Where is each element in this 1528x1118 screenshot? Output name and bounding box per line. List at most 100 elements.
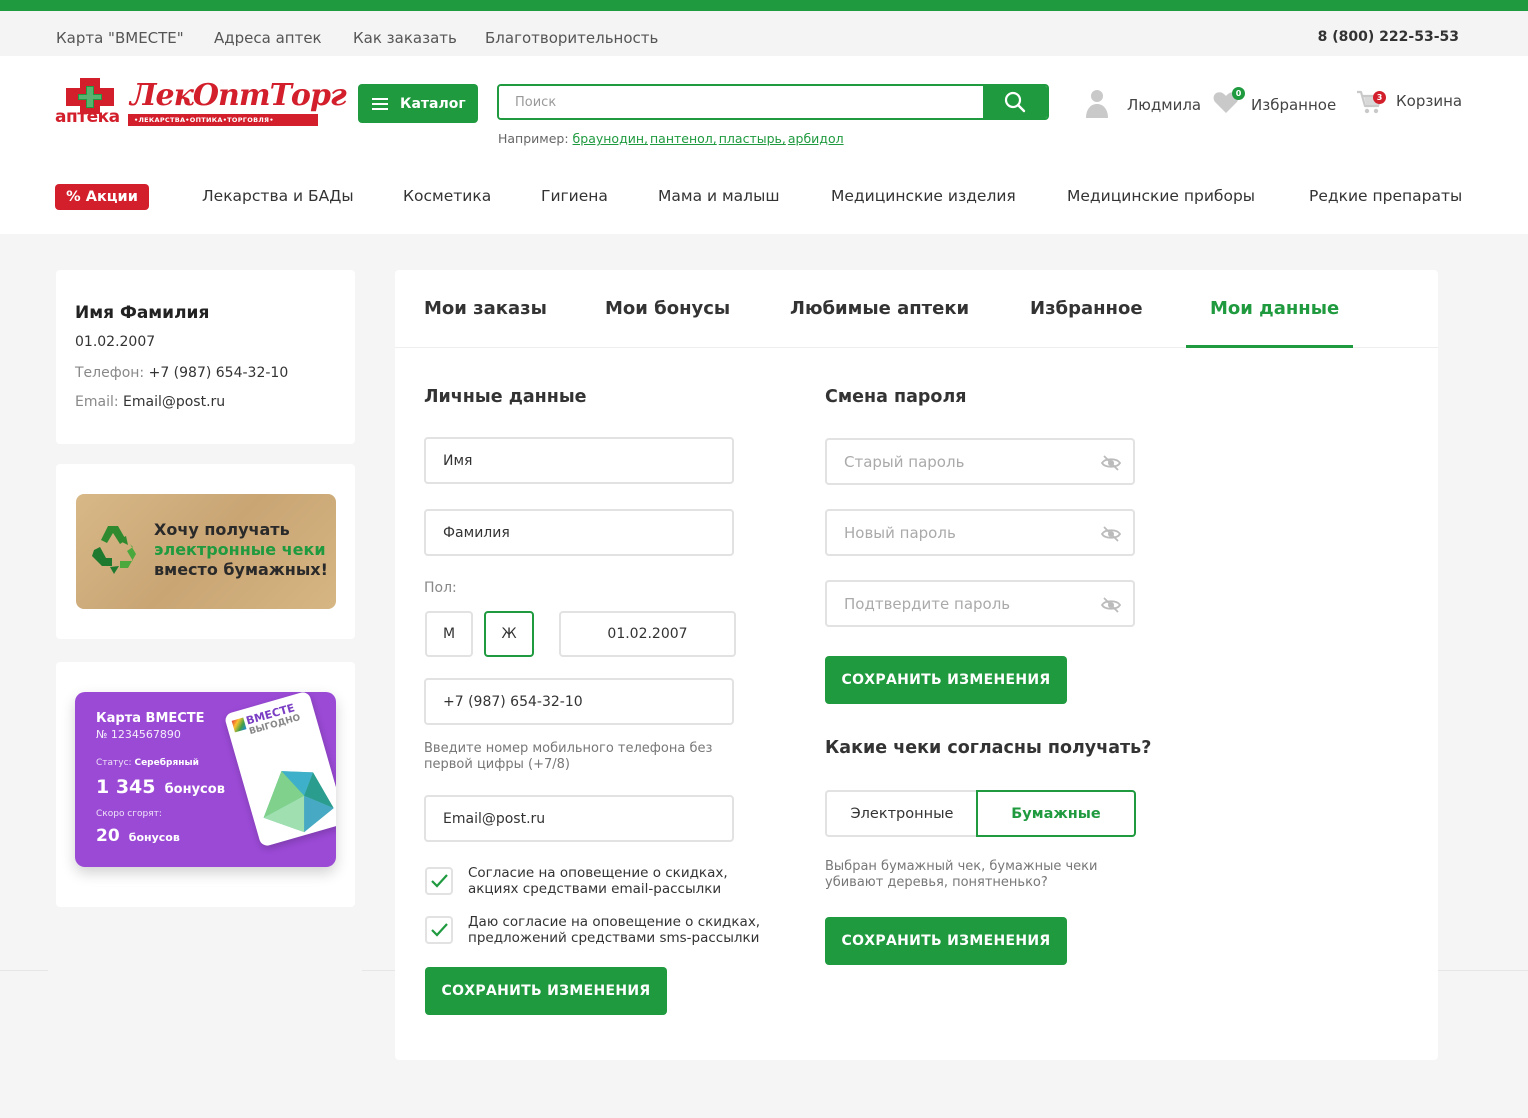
search-button[interactable] bbox=[983, 86, 1047, 118]
user-icon bbox=[1086, 90, 1108, 118]
expire-unit: бонусов bbox=[128, 831, 180, 844]
search-examples: Например: браунодин, пантенол, пластырь, ар… bbox=[498, 131, 846, 146]
sex-male-button[interactable]: М bbox=[425, 611, 473, 657]
status-value: Серебряный bbox=[134, 758, 199, 768]
bonus-card-title: Карта ВМЕСТЕ bbox=[96, 711, 205, 726]
example-link[interactable]: арбидол bbox=[788, 131, 844, 146]
logo-apteka-text[interactable]: аптека bbox=[55, 107, 120, 127]
old-password-placeholder: Старый пароль bbox=[844, 452, 965, 471]
save-personal-button[interactable]: СОХРАНИТЬ ИЗМЕНЕНИЯ bbox=[425, 967, 667, 1015]
example-link[interactable]: пластырь, bbox=[719, 131, 786, 146]
eye-off-icon[interactable] bbox=[1101, 454, 1121, 472]
tab-my-orders[interactable]: Мои заказы bbox=[424, 298, 547, 319]
nav-item-medical-devices[interactable]: Медицинские приборы bbox=[1067, 187, 1255, 205]
expire-label: Скоро сгорят: bbox=[96, 809, 162, 819]
vmeste-card-image: ВМЕСТЕ ВЫГОДНО bbox=[223, 692, 336, 848]
confirm-password-field[interactable]: Подтвердите пароль bbox=[825, 580, 1135, 627]
logo-brand-text[interactable]: ЛекОптТорг bbox=[130, 78, 347, 113]
example-link[interactable]: пантенол, bbox=[650, 131, 717, 146]
hotline-phone[interactable]: 8 (800) 222-53-53 bbox=[1318, 29, 1459, 45]
nav-item-medicines[interactable]: Лекарства и БАДы bbox=[202, 187, 354, 205]
tab-my-bonuses[interactable]: Мои бонусы bbox=[605, 298, 730, 319]
nav-promo-button[interactable]: % Акции bbox=[55, 184, 149, 210]
birthdate-field[interactable]: 01.02.2007 bbox=[559, 611, 736, 657]
save-receipts-button[interactable]: СОХРАНИТЬ ИЗМЕНЕНИЯ bbox=[825, 917, 1067, 965]
divider bbox=[1438, 970, 1528, 971]
examples-label: Например: bbox=[498, 131, 569, 146]
sms-consent-label: Даю согласие на оповещение о скидках, пр… bbox=[468, 914, 761, 946]
email-label: Email: bbox=[75, 394, 119, 410]
nav-item-rare-drugs[interactable]: Редкие препараты bbox=[1309, 187, 1462, 205]
toplink-addresses[interactable]: Адреса аптек bbox=[214, 29, 322, 47]
recycle-icon bbox=[92, 526, 136, 574]
phone-label: Телефон: bbox=[75, 365, 145, 381]
save-password-button[interactable]: СОХРАНИТЬ ИЗМЕНЕНИЯ bbox=[825, 656, 1067, 704]
catalog-label: Каталог bbox=[400, 95, 466, 112]
example-link[interactable]: браунодин, bbox=[573, 131, 648, 146]
profile-phone: Телефон: +7 (987) 654-32-10 bbox=[75, 365, 288, 381]
eye-off-icon[interactable] bbox=[1101, 525, 1121, 543]
last-name-field[interactable]: Фамилия bbox=[424, 509, 734, 556]
search-input[interactable] bbox=[499, 86, 979, 118]
receipt-option-paper[interactable]: Бумажные bbox=[976, 790, 1136, 837]
checkmark-icon bbox=[431, 923, 448, 937]
sms-consent-checkbox[interactable] bbox=[425, 916, 453, 944]
cart-link[interactable]: 3 Корзина bbox=[1356, 88, 1462, 116]
favorites-icon-wrap: 0 bbox=[1213, 87, 1245, 116]
new-password-field[interactable]: Новый пароль bbox=[825, 509, 1135, 556]
bonus-card-status: Статус: Серебряный bbox=[96, 758, 199, 768]
tab-my-data[interactable]: Мои данные bbox=[1210, 298, 1339, 319]
catalog-button[interactable]: Каталог bbox=[358, 84, 478, 123]
cart-icon-wrap: 3 bbox=[1356, 88, 1386, 116]
old-password-field[interactable]: Старый пароль bbox=[825, 438, 1135, 485]
email-consent-checkbox[interactable] bbox=[425, 867, 453, 895]
eco-receipt-banner[interactable]: Хочу получать электронные чеки вместо бу… bbox=[76, 494, 336, 609]
toplink-how-to-order[interactable]: Как заказать bbox=[353, 29, 457, 47]
crystal-graphic-icon bbox=[263, 771, 334, 833]
eco-line-1: Хочу получать bbox=[154, 520, 290, 539]
user-account[interactable]: Людмила bbox=[1085, 88, 1201, 118]
email-consent-label: Согласие на оповещение о скидках, акциях… bbox=[468, 865, 728, 897]
active-tab-indicator bbox=[1186, 345, 1353, 348]
divider bbox=[0, 970, 48, 971]
toplink-charity[interactable]: Благотворительность bbox=[485, 29, 658, 47]
toplink-card[interactable]: Карта "ВМЕСТЕ" bbox=[56, 29, 184, 47]
first-name-field[interactable]: Имя bbox=[424, 437, 734, 484]
top-accent-line bbox=[0, 0, 1528, 11]
confirm-password-placeholder: Подтвердите пароль bbox=[844, 594, 1011, 613]
receipts-hint: Выбран бумажный чек, бумажные чеки убива… bbox=[825, 859, 1098, 890]
cart-label: Корзина bbox=[1396, 92, 1463, 110]
sex-female-button[interactable]: Ж bbox=[484, 611, 534, 657]
phone-hint: Введите номер мобильного телефона без пе… bbox=[424, 741, 713, 772]
nav-item-hygiene[interactable]: Гигиена bbox=[541, 187, 608, 205]
eye-off-icon[interactable] bbox=[1101, 596, 1121, 614]
tab-favorite-pharmacies[interactable]: Любимые аптеки bbox=[790, 298, 969, 319]
nav-item-mother-baby[interactable]: Мама и малыш bbox=[658, 187, 780, 205]
nav-item-cosmetics[interactable]: Косметика bbox=[403, 187, 491, 205]
bonus-unit: бонусов bbox=[164, 782, 225, 797]
receipt-option-electronic[interactable]: Электронные bbox=[825, 790, 977, 837]
favorites-link[interactable]: 0 Избранное bbox=[1213, 87, 1336, 116]
user-name: Людмила bbox=[1127, 96, 1202, 114]
bonus-card[interactable]: Карта ВМЕСТЕ № 1234567890 Статус: Серебр… bbox=[75, 692, 336, 867]
expire-value: 20 bbox=[96, 826, 120, 846]
profile-card bbox=[56, 270, 355, 444]
vmeste-logo-icon bbox=[231, 717, 247, 733]
profile-name: Имя Фамилия bbox=[75, 303, 210, 323]
divider bbox=[362, 970, 395, 971]
menu-icon bbox=[372, 97, 388, 110]
password-title: Смена пароля bbox=[825, 387, 967, 407]
phone-field[interactable]: +7 (987) 654-32-10 bbox=[424, 678, 734, 725]
email-field[interactable]: Email@post.ru bbox=[424, 795, 734, 842]
receipts-title: Какие чеки согласны получать? bbox=[825, 738, 1152, 758]
email-value: Email@post.ru bbox=[123, 394, 226, 410]
phone-value: +7 (987) 654-32-10 bbox=[148, 365, 289, 381]
bonus-card-number: № 1234567890 bbox=[96, 728, 181, 741]
profile-email: Email: Email@post.ru bbox=[75, 394, 225, 410]
tab-favorites[interactable]: Избранное bbox=[1030, 298, 1143, 319]
sex-label: Пол: bbox=[424, 580, 457, 596]
bonus-balance: 1 345 бонусов bbox=[96, 776, 225, 798]
status-label: Статус: bbox=[96, 758, 132, 768]
nav-item-medical-products[interactable]: Медицинские изделия bbox=[831, 187, 1016, 205]
eco-line-3: вместо бумажных! bbox=[154, 560, 328, 579]
